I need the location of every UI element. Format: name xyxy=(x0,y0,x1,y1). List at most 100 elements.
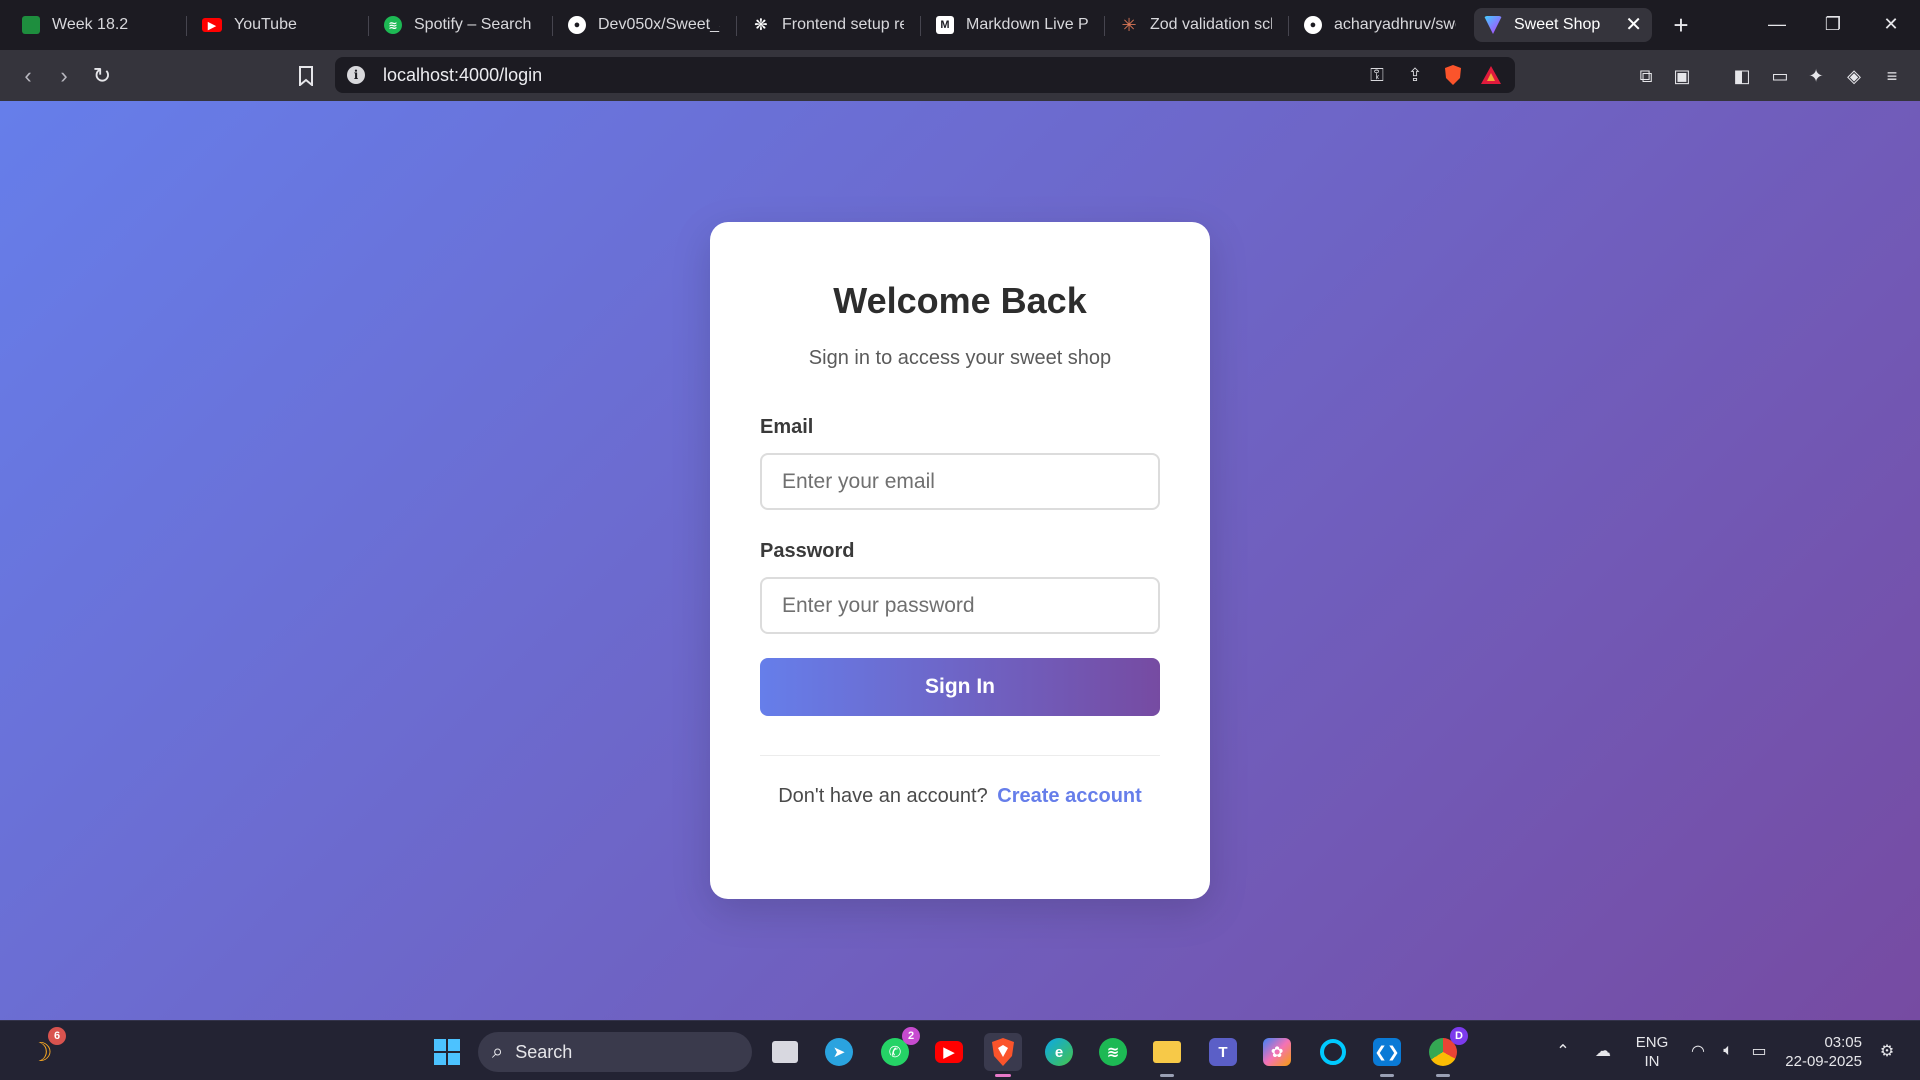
brave-icon xyxy=(992,1038,1014,1066)
close-tab-icon[interactable]: ✕ xyxy=(1625,15,1642,35)
whatsapp-badge: 2 xyxy=(902,1027,920,1045)
extensions-icon[interactable]: ⧉ xyxy=(1632,62,1660,90)
tab-separator xyxy=(368,16,369,36)
onedrive-icon[interactable]: ☁ xyxy=(1586,1021,1620,1080)
password-input[interactable] xyxy=(760,577,1160,634)
create-account-link[interactable]: Create account xyxy=(997,785,1142,807)
wallet-icon[interactable]: ▭ xyxy=(1766,62,1794,90)
window-close-icon[interactable]: ✕ xyxy=(1868,6,1914,42)
volume-icon[interactable]: 🔈︎ xyxy=(1714,1021,1742,1080)
new-tab-button[interactable]: + xyxy=(1666,10,1696,40)
brave-app[interactable] xyxy=(984,1033,1022,1077)
sidebar-icon[interactable]: ◧ xyxy=(1728,62,1756,90)
brave-rewards-icon[interactable] xyxy=(1477,61,1505,89)
teams-app[interactable]: T xyxy=(1204,1033,1242,1071)
email-label: Email xyxy=(760,416,814,438)
tab-frontend-setup[interactable]: ❋ Frontend setup re xyxy=(742,8,914,42)
vscode-icon: ❮❯ xyxy=(1373,1038,1401,1066)
tab-separator xyxy=(736,16,737,36)
forward-icon[interactable]: › xyxy=(48,60,80,92)
tab-title: Sweet Shop xyxy=(1514,16,1601,33)
clock-time: 03:05 xyxy=(1824,1034,1862,1051)
email-input[interactable] xyxy=(760,453,1160,510)
login-card: Welcome Back Sign in to access your swee… xyxy=(710,222,1210,899)
url-text[interactable]: localhost:4000/login xyxy=(383,65,1363,86)
tab-sweet-shop[interactable]: Sweet Shop ✕ xyxy=(1474,8,1652,42)
tab-spotify[interactable]: ≋ Spotify – Search xyxy=(374,8,546,42)
telegram-icon: ➤ xyxy=(825,1038,853,1066)
markdown-icon: M xyxy=(936,16,954,34)
youtube-icon: ▶ xyxy=(935,1041,963,1063)
show-hidden-icons[interactable]: ⌃ xyxy=(1548,1021,1578,1080)
folder-icon xyxy=(1153,1041,1181,1063)
page-title: Welcome Back xyxy=(833,280,1087,321)
telegram-app[interactable]: ➤ xyxy=(820,1033,858,1071)
tab-title: Zod validation sch xyxy=(1150,16,1272,33)
edge-app[interactable]: e xyxy=(1040,1033,1078,1071)
notifications-icon[interactable]: ⚙ xyxy=(1872,1021,1902,1080)
task-view-icon xyxy=(772,1041,798,1063)
tab-title: Week 18.2 xyxy=(52,16,129,33)
running-indicator xyxy=(1160,1074,1174,1077)
alexa-icon xyxy=(1320,1039,1346,1065)
tab-github-sweet-shop[interactable]: ● Dev050x/Sweet_Sh xyxy=(558,8,730,42)
language-indicator[interactable]: ENG IN xyxy=(1630,1033,1674,1071)
file-explorer-app[interactable] xyxy=(1148,1033,1186,1077)
taskbar-search[interactable]: ⌕ Search xyxy=(478,1032,752,1072)
tab-zod-validation[interactable]: ✳ Zod validation sch xyxy=(1110,8,1282,42)
tab-title: Spotify – Search xyxy=(414,16,532,33)
tab-acharyadhruv[interactable]: ● acharyadhruv/swe xyxy=(1294,8,1466,42)
tab-separator xyxy=(186,16,187,36)
weather-widget[interactable]: ☽ 6 xyxy=(22,1027,66,1071)
address-bar[interactable]: i localhost:4000/login ⚿ ⇪ xyxy=(335,57,1515,93)
chrome-app[interactable]: D xyxy=(1424,1027,1468,1077)
youtube-app[interactable]: ▶ xyxy=(930,1033,968,1071)
task-view-button[interactable] xyxy=(766,1033,804,1071)
reload-icon[interactable]: ↻ xyxy=(86,60,118,92)
chatgpt-icon: ❋ xyxy=(754,17,768,34)
signup-row: Don't have an account? Create account xyxy=(710,785,1210,808)
vscode-app[interactable]: ❮❯ xyxy=(1368,1033,1406,1077)
github-icon: ● xyxy=(1304,16,1322,34)
alexa-app[interactable] xyxy=(1314,1033,1352,1071)
bookmark-icon[interactable] xyxy=(290,60,322,92)
back-icon[interactable]: ‹ xyxy=(12,60,44,92)
sign-in-button[interactable]: Sign In xyxy=(760,658,1160,716)
tab-markdown-live[interactable]: M Markdown Live Pr xyxy=(926,8,1098,42)
site-info-icon[interactable]: i xyxy=(347,66,365,84)
tab-separator xyxy=(1288,16,1289,36)
wifi-icon[interactable]: ◠ xyxy=(1684,1021,1712,1080)
brave-shields-icon[interactable] xyxy=(1439,61,1467,89)
browser-toolbar: ‹ › ↻ i localhost:4000/login ⚿ ⇪ ⧉ ▣ ◧ ▭… xyxy=(0,50,1920,101)
spotify-icon: ≋ xyxy=(384,16,402,34)
reader-icon[interactable]: ▣ xyxy=(1668,62,1696,90)
vpn-icon[interactable]: ◈ xyxy=(1840,62,1868,90)
vite-icon xyxy=(1484,16,1502,34)
clock-date: 22-09-2025 xyxy=(1785,1053,1862,1070)
youtube-icon: ▶ xyxy=(202,18,222,32)
copilot-app[interactable]: ✿ xyxy=(1258,1033,1296,1071)
tab-title: acharyadhruv/swe xyxy=(1334,16,1456,33)
leo-ai-icon[interactable]: ✦ xyxy=(1802,62,1830,90)
search-icon: ⌕ xyxy=(492,1040,504,1063)
claude-icon: ✳ xyxy=(1121,14,1137,35)
menu-icon[interactable]: ≡ xyxy=(1878,62,1906,90)
tab-title: YouTube xyxy=(234,16,297,33)
tab-youtube[interactable]: ▶ YouTube xyxy=(192,8,364,42)
running-indicator xyxy=(1380,1074,1394,1077)
teams-icon: T xyxy=(1209,1038,1237,1066)
active-indicator xyxy=(995,1074,1011,1077)
tab-separator xyxy=(920,16,921,36)
minimize-icon[interactable]: — xyxy=(1754,6,1800,42)
start-button[interactable] xyxy=(428,1033,466,1071)
widget-badge: 6 xyxy=(48,1027,66,1045)
share-icon[interactable]: ⇪ xyxy=(1401,61,1429,89)
tab-title: Markdown Live Pr xyxy=(966,16,1088,33)
tab-week-18-2[interactable]: Week 18.2 xyxy=(12,8,184,42)
spotify-app[interactable]: ≋ xyxy=(1094,1033,1132,1071)
restore-icon[interactable]: ❐ xyxy=(1810,6,1856,42)
key-icon[interactable]: ⚿ xyxy=(1363,61,1391,89)
clock[interactable]: 03:05 22-09-2025 xyxy=(1782,1033,1862,1071)
whatsapp-app[interactable]: ✆ 2 xyxy=(876,1027,920,1071)
battery-icon[interactable]: ▭ xyxy=(1744,1021,1774,1080)
